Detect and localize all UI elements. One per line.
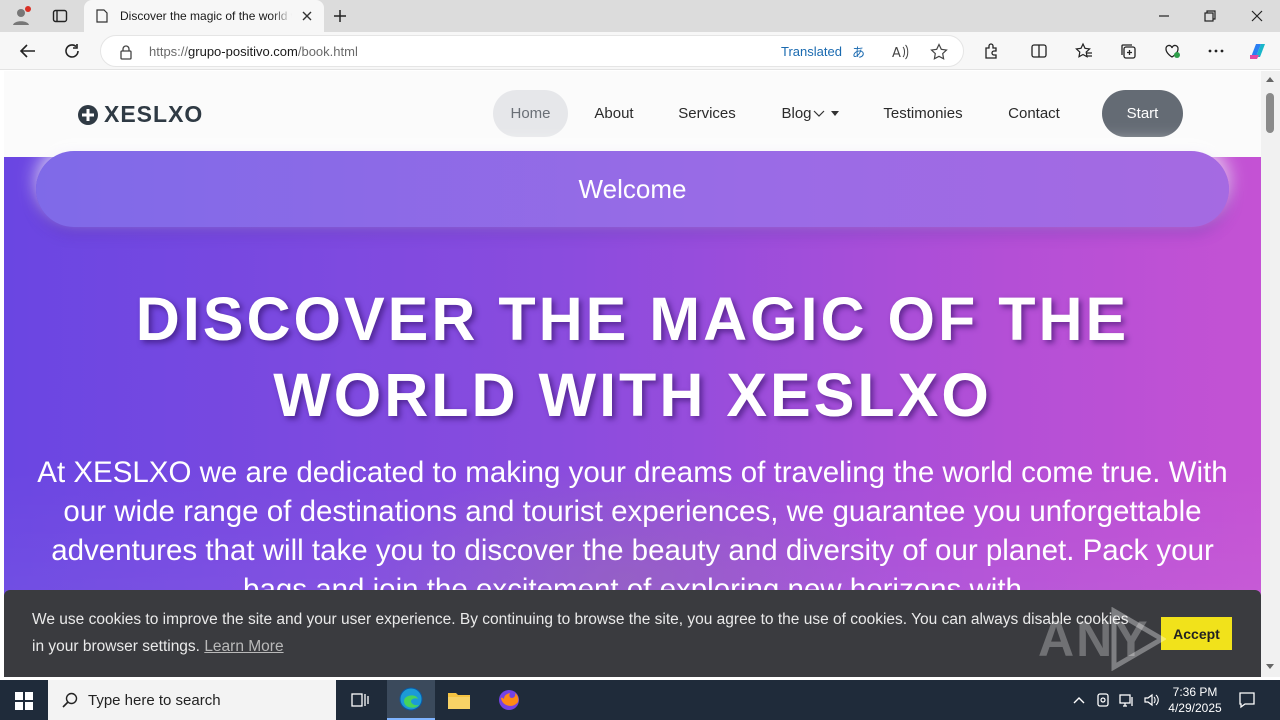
windows-taskbar: Type here to search 7:36 PM 4/29/2025 — [0, 680, 1280, 720]
search-placeholder: Type here to search — [88, 692, 221, 709]
translate-icon[interactable]: あ — [851, 43, 869, 61]
taskbar-edge[interactable] — [387, 680, 435, 720]
site-logo[interactable]: XESLXO — [77, 101, 203, 128]
windows-start-icon[interactable] — [15, 692, 33, 710]
chevron-down-icon — [813, 110, 824, 117]
task-view-button[interactable] — [336, 680, 384, 720]
active-tab[interactable]: Discover the magic of the world with XES… — [84, 0, 324, 32]
page-viewport: XESLXO Home About Services Blog Testimon… — [4, 71, 1261, 677]
edge-icon — [399, 687, 423, 711]
start-button[interactable]: Start — [1102, 90, 1183, 137]
logo-text: XESLXO — [104, 101, 204, 127]
scroll-thumb[interactable] — [1266, 93, 1274, 133]
nav-services[interactable]: Services — [666, 90, 748, 137]
collections-icon[interactable] — [1119, 42, 1137, 60]
device-icon[interactable] — [1095, 692, 1111, 708]
learn-more-link[interactable]: Learn More — [204, 638, 283, 655]
chevron-up-icon[interactable] — [1071, 692, 1087, 708]
taskbar-firefox[interactable] — [485, 680, 533, 720]
site-navbar: XESLXO Home About Services Blog Testimon… — [4, 71, 1261, 157]
nav-contact[interactable]: Contact — [998, 90, 1070, 137]
browser-essentials-icon[interactable] — [1163, 42, 1181, 60]
firefox-icon — [499, 690, 519, 710]
extensions-icon[interactable] — [982, 42, 1000, 60]
nav-blog-label: Blog — [781, 105, 812, 122]
taskbar-search-box[interactable]: Type here to search — [48, 680, 336, 720]
scroll-down-arrow-icon[interactable] — [1266, 664, 1274, 669]
svg-text:A: A — [892, 46, 901, 61]
restore-icon[interactable] — [1202, 8, 1218, 24]
translated-label[interactable]: Translated — [781, 44, 842, 59]
plus-circle-icon — [78, 104, 98, 125]
refresh-icon[interactable] — [63, 42, 81, 60]
caret-down-icon — [830, 111, 839, 116]
clock-date: 4/29/2025 — [1168, 701, 1222, 715]
copilot-icon[interactable] — [1247, 40, 1269, 62]
favorite-star-icon[interactable] — [930, 43, 948, 61]
favorites-icon[interactable] — [1075, 42, 1093, 60]
more-menu-icon[interactable] — [1207, 42, 1225, 60]
notifications-icon[interactable] — [1238, 691, 1256, 709]
split-screen-icon[interactable] — [1030, 42, 1048, 60]
play-triangle-icon — [1111, 607, 1166, 671]
back-arrow-icon[interactable] — [19, 42, 37, 60]
address-bar[interactable]: https://grupo-positivo.com/book.html Tra… — [100, 35, 964, 67]
close-window-icon[interactable] — [1249, 8, 1265, 24]
profile-icon[interactable] — [10, 5, 32, 27]
browser-tabbar: Discover the magic of the world with XES… — [0, 0, 1280, 32]
volume-icon[interactable] — [1143, 692, 1159, 708]
url-text[interactable]: https://grupo-positivo.com/book.html — [149, 44, 358, 59]
nav-about[interactable]: About — [580, 90, 648, 137]
welcome-text: Welcome — [578, 173, 687, 204]
browser-toolbar: https://grupo-positivo.com/book.html Tra… — [0, 32, 1280, 70]
nav-blog-dropdown[interactable]: Blog — [770, 90, 850, 137]
read-aloud-icon[interactable]: A — [891, 43, 909, 61]
page-scrollbar[interactable] — [1261, 71, 1280, 677]
scroll-up-arrow-icon[interactable] — [1266, 77, 1274, 82]
system-clock[interactable]: 7:36 PM 4/29/2025 — [1160, 684, 1230, 716]
taskbar-file-explorer[interactable] — [435, 680, 483, 720]
new-tab-icon[interactable] — [332, 8, 348, 24]
tab-title: Discover the magic of the world with XES… — [120, 9, 292, 23]
minimize-icon[interactable] — [1156, 8, 1172, 24]
page-favicon-icon — [96, 9, 108, 23]
welcome-banner: Welcome — [36, 151, 1229, 227]
close-tab-icon[interactable] — [300, 9, 314, 23]
svg-text:あ: あ — [852, 46, 865, 61]
tab-actions-icon[interactable] — [52, 8, 68, 24]
hero-title: DISCOVER THE MAGIC OF THE WORLD WITH XES… — [135, 285, 1130, 429]
lock-icon[interactable] — [119, 44, 133, 60]
hero-description: At XESLXO we are dedicated to making you… — [37, 456, 1228, 606]
folder-icon — [448, 693, 470, 709]
nav-home[interactable]: Home — [493, 90, 568, 137]
clock-time: 7:36 PM — [1172, 685, 1218, 699]
search-icon — [62, 692, 78, 708]
task-view-icon — [351, 693, 369, 707]
network-icon[interactable] — [1119, 692, 1135, 708]
cookie-message: We use cookies to improve the site and y… — [32, 611, 1129, 655]
nav-testimonies[interactable]: Testimonies — [872, 90, 974, 137]
